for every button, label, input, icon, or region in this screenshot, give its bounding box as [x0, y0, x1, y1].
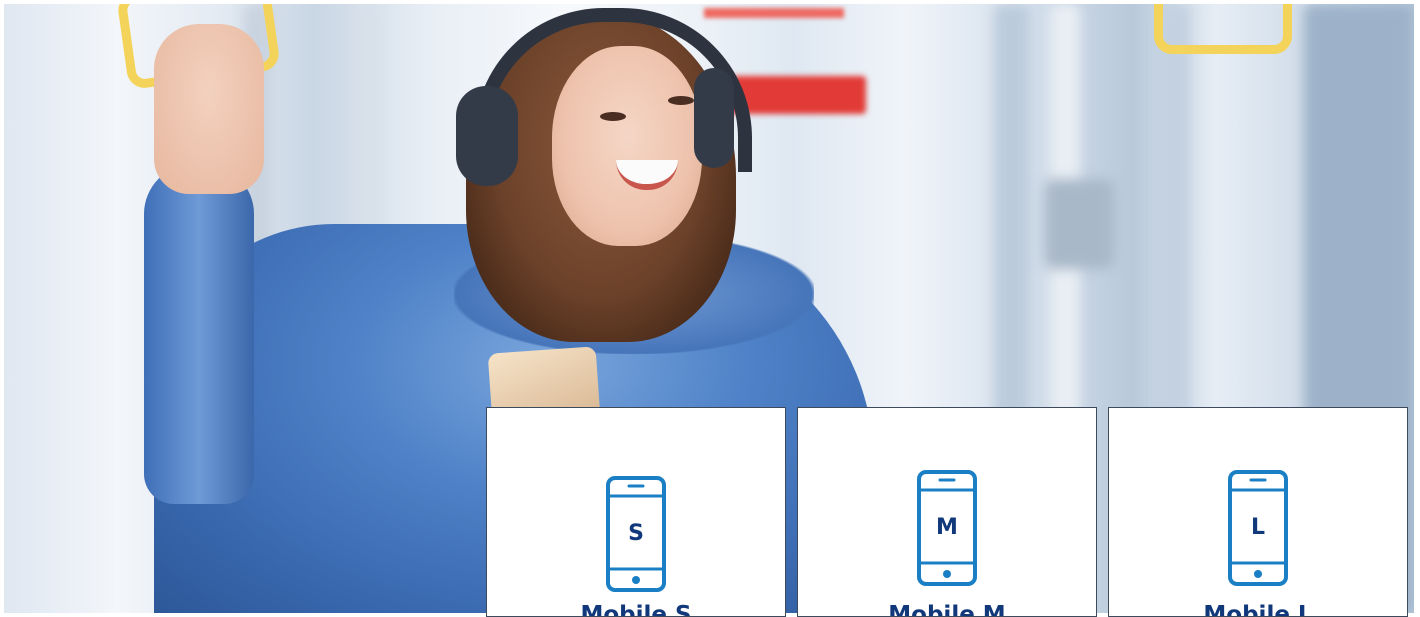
- plan-size-letter: S: [628, 521, 644, 546]
- plan-name: Mobile S: [580, 602, 692, 617]
- headphone-cup: [694, 68, 734, 168]
- plan-cards: S Mobile S M Mobile M L Mobile L: [486, 407, 1411, 617]
- plan-size-letter: L: [1250, 515, 1266, 540]
- plan-size-letter: M: [936, 515, 958, 540]
- plan-card-m[interactable]: M Mobile M: [797, 407, 1097, 617]
- raised-hand: [154, 24, 264, 194]
- background-sign: [704, 8, 844, 18]
- raised-arm: [144, 164, 254, 504]
- hanging-handle: [1154, 4, 1292, 54]
- page: S Mobile S M Mobile M L Mobile L: [0, 0, 1420, 617]
- background-handle-mount: [1044, 179, 1114, 269]
- plan-card-l[interactable]: L Mobile L: [1108, 407, 1408, 617]
- headphone-cup: [456, 86, 518, 186]
- plan-card-s[interactable]: S Mobile S: [486, 407, 786, 617]
- plan-name: Mobile M: [888, 602, 1006, 617]
- plan-name: Mobile L: [1203, 602, 1313, 617]
